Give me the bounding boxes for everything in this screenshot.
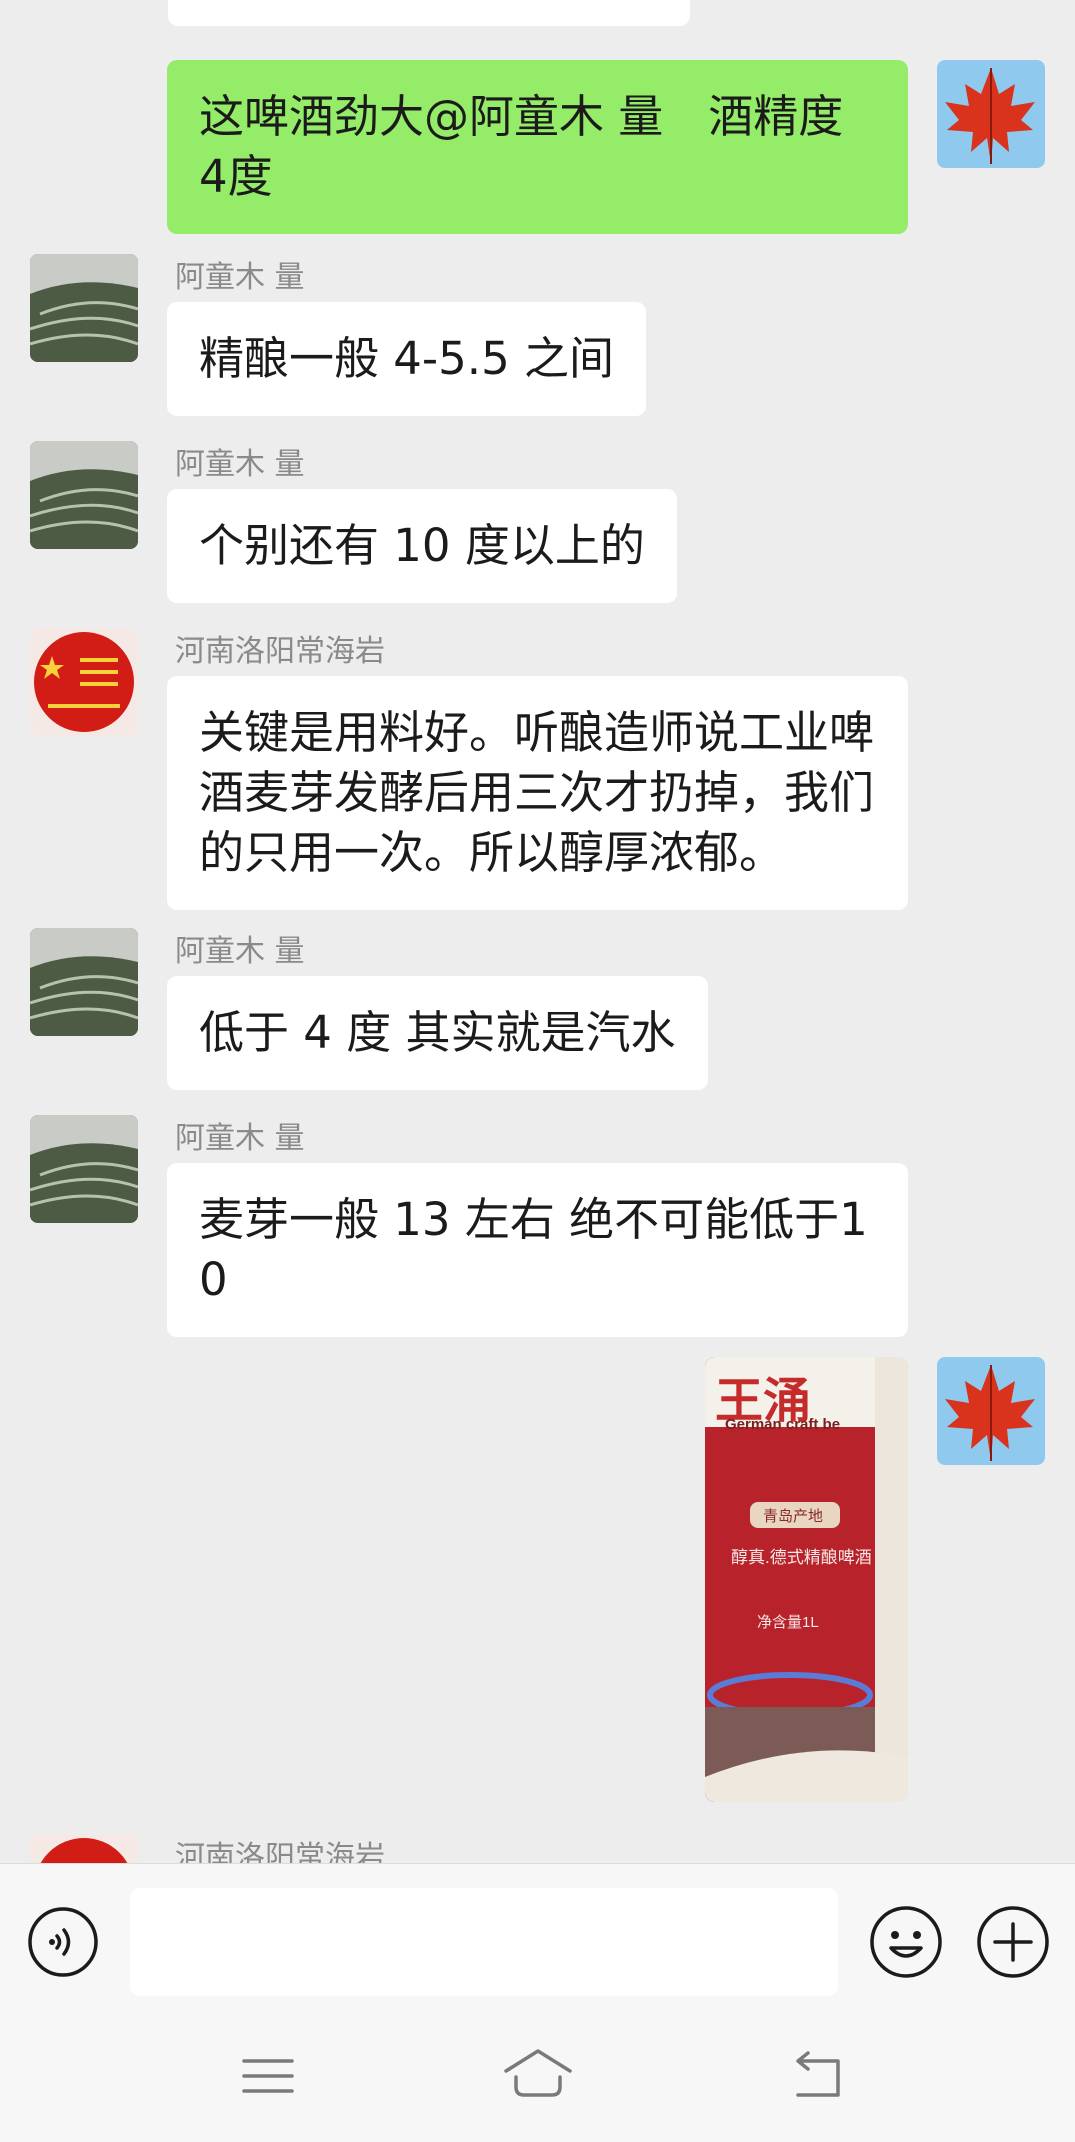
menu-icon — [242, 2059, 294, 2093]
sender-name: 河南洛阳常海岩 — [175, 634, 385, 669]
maple-leaf-avatar-image — [937, 60, 1045, 168]
message-input[interactable] — [130, 1888, 838, 1996]
message-text: 精酿一般 4-5.5 之间 — [199, 332, 615, 385]
chat-input-bar — [0, 1863, 1075, 2018]
menu-button[interactable] — [240, 2053, 296, 2099]
more-button[interactable] — [975, 1904, 1051, 1980]
sender-avatar[interactable] — [30, 1834, 138, 1863]
message-text: 个别还有 10 度以上的 — [199, 519, 645, 572]
sender-name: 河南洛阳常海岩 — [175, 1840, 385, 1863]
maple-leaf-avatar-image — [937, 1357, 1045, 1465]
message-text: 低于 4 度 其实就是汽水 — [199, 1006, 676, 1059]
beer-can-photo: 王涌 German craft be 青岛产地 醇真.德式精酿啤酒 净含量1L — [705, 1357, 908, 1802]
image-message[interactable]: 王涌 German craft be 青岛产地 醇真.德式精酿啤酒 净含量1L — [705, 1357, 908, 1802]
emoji-icon — [870, 1906, 942, 1978]
message-text: 麦芽一般 13 左右 绝不可能低于10 — [199, 1193, 868, 1306]
voice-icon — [28, 1907, 98, 1977]
emoji-button[interactable] — [868, 1904, 944, 1980]
sender-avatar[interactable] — [30, 928, 138, 1036]
flag-badge-avatar-image — [30, 628, 138, 736]
message-bubble-incoming[interactable]: 个别还有 10 度以上的 — [167, 489, 677, 603]
sender-avatar[interactable] — [30, 441, 138, 549]
flag-badge-avatar-image — [30, 1834, 138, 1863]
message-bubble-outgoing[interactable]: 这啤酒劲大@阿童木 量 酒精度 4度 — [167, 60, 908, 234]
message-bubble-incoming[interactable]: 关键是用料好。听酿造师说工业啤酒麦芽发酵后用三次才扔掉，我们的只用一次。所以醇厚… — [167, 676, 908, 910]
my-avatar[interactable] — [937, 60, 1045, 168]
my-avatar[interactable] — [937, 1357, 1045, 1465]
message-bubble-incoming[interactable]: 麦芽一般 13 左右 绝不可能低于10 — [167, 1163, 908, 1337]
message-text: 这啤酒劲大@阿童木 量 酒精度 4度 — [199, 90, 844, 203]
sender-name: 阿童木 量 — [175, 447, 305, 482]
plus-icon — [977, 1906, 1049, 1978]
sender-avatar[interactable] — [30, 254, 138, 362]
message-bubble-incoming[interactable]: 精酿一般 4-5.5 之间 — [167, 302, 647, 416]
terraced-fields-avatar-image — [30, 928, 138, 1036]
image-text: 青岛产地 — [763, 1508, 823, 1525]
sender-name: 阿童木 量 — [175, 1121, 305, 1156]
home-icon — [504, 2049, 572, 2097]
sender-avatar[interactable] — [30, 628, 138, 736]
terraced-fields-avatar-image — [30, 1115, 138, 1223]
voice-button[interactable] — [27, 1906, 99, 1978]
terraced-fields-avatar-image — [30, 254, 138, 362]
image-text: German craft be — [725, 1416, 840, 1433]
image-text: 净含量1L — [757, 1614, 819, 1631]
back-icon — [796, 2051, 840, 2097]
terraced-fields-avatar-image — [30, 441, 138, 549]
home-button[interactable] — [502, 2047, 574, 2103]
message-text: 关键是用料好。听酿造师说工业啤酒麦芽发酵后用三次才扔掉，我们的只用一次。所以醇厚… — [199, 706, 875, 879]
sender-avatar[interactable] — [30, 1115, 138, 1223]
message-bubble-incoming[interactable]: 低于 4 度 其实就是汽水 — [167, 976, 708, 1090]
sender-name: 阿童木 量 — [175, 260, 305, 295]
image-text: 醇真.德式精酿啤酒 — [731, 1548, 872, 1567]
back-button[interactable] — [792, 2051, 848, 2101]
chat-message-list[interactable]: 这啤酒劲大@阿童木 量 酒精度 4度 阿童木 量 精酿一般 4-5.5 之间 阿… — [0, 0, 1075, 1863]
sender-name: 阿童木 量 — [175, 934, 305, 969]
system-navigation-bar — [0, 2017, 1075, 2142]
previous-message-bubble-edge — [168, 0, 690, 26]
